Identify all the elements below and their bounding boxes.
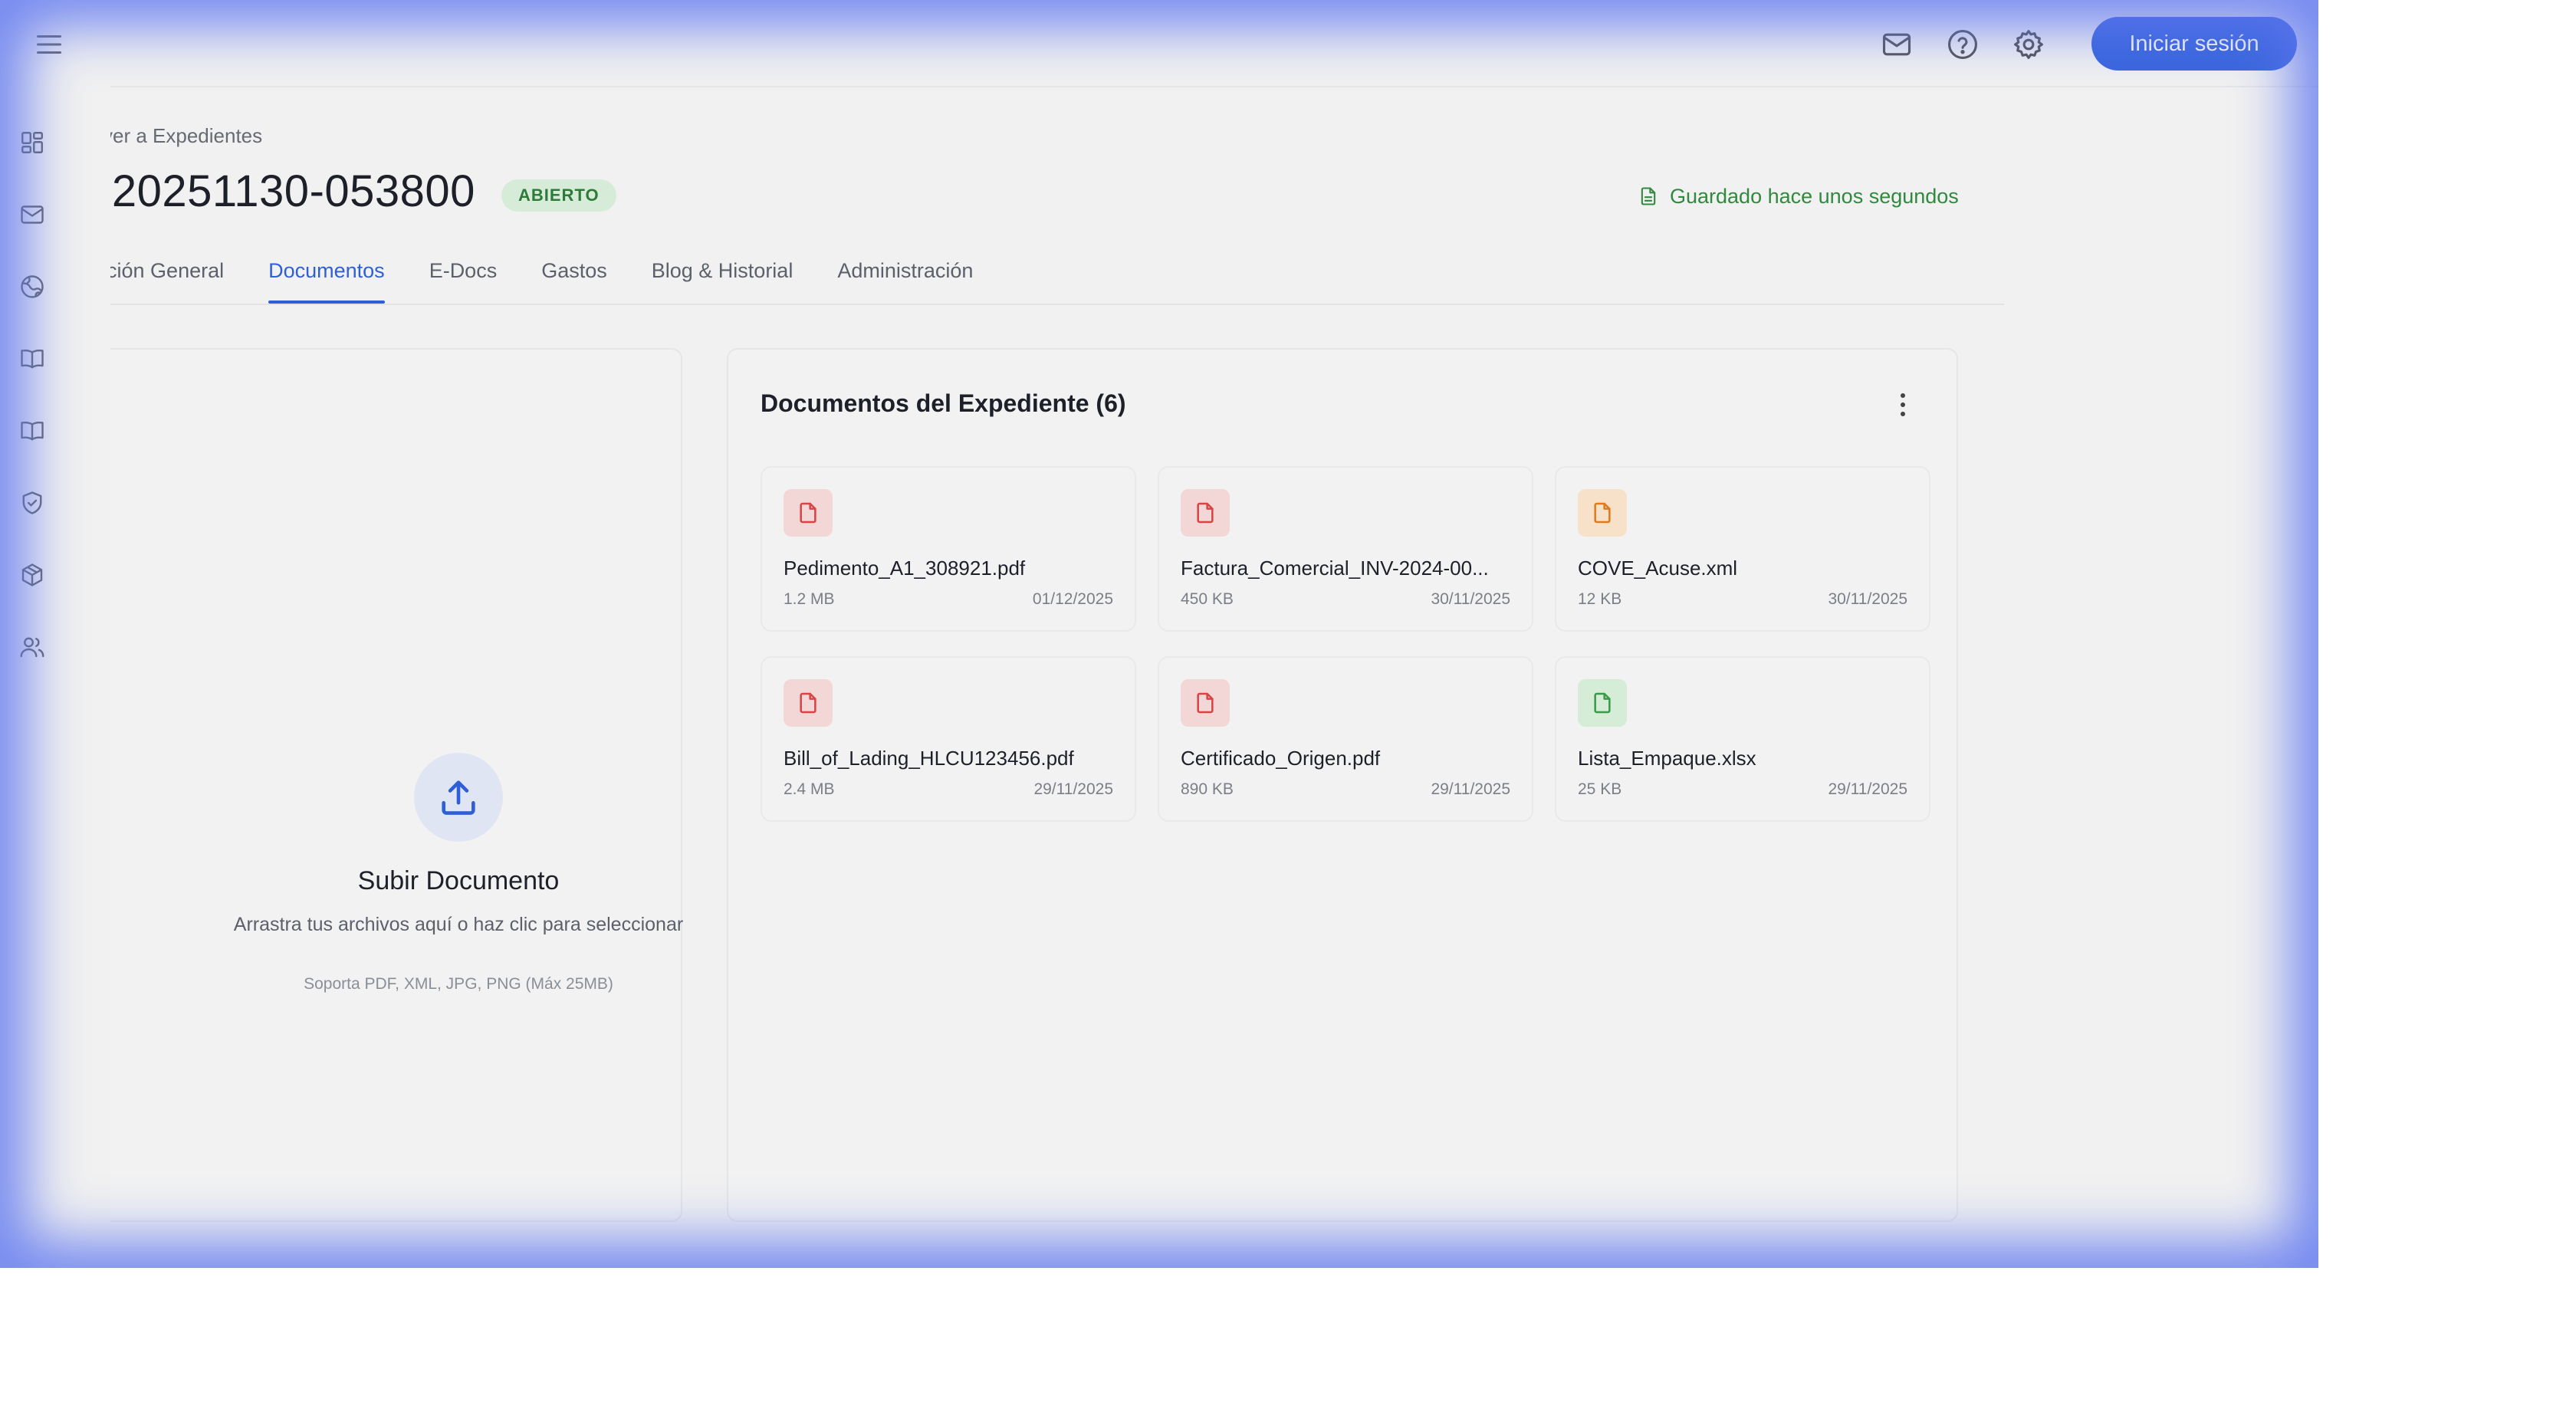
document-card[interactable]: COVE_Acuse.xml 12 KB 30/11/2025 <box>1555 466 1930 632</box>
status-badge: ABIERTO <box>501 179 616 212</box>
sidebar-item-mail[interactable] <box>15 198 49 232</box>
saved-status: Guardado hace unos segundos <box>1638 179 1959 213</box>
documents-panel: Documentos del Expediente (6) Pedimento_… <box>727 348 1958 1222</box>
document-icon-tile <box>1578 489 1627 537</box>
document-size: 2.4 MB <box>784 780 835 798</box>
tab-general[interactable]: ación General <box>110 250 224 304</box>
document-name[interactable]: Lista_Empaque.xlsx <box>1578 747 1915 770</box>
document-icon-tile <box>1181 489 1230 537</box>
mail-icon <box>1882 33 1911 56</box>
document-name[interactable]: COVE_Acuse.xml <box>1578 557 1915 580</box>
document-size: 890 KB <box>1181 780 1234 798</box>
help-button[interactable] <box>1944 26 1981 63</box>
document-size: 1.2 MB <box>784 590 835 608</box>
settings-button[interactable] <box>2010 26 2047 63</box>
document-size: 12 KB <box>1578 590 1622 608</box>
upload-title: Subir Documento <box>357 866 560 895</box>
sidebar-item-packages[interactable] <box>15 558 49 592</box>
file-icon <box>1197 692 1214 714</box>
file-icon <box>800 502 816 524</box>
document-card[interactable]: Factura_Comercial_INV-2024-00... 450 KB 30… <box>1158 466 1533 632</box>
package-icon <box>21 563 43 586</box>
document-name[interactable]: Factura_Comercial_INV-2024-00... <box>1181 557 1518 580</box>
sidebar-item-book[interactable] <box>15 342 49 376</box>
login-button[interactable]: Iniciar sesión <box>2091 17 2297 71</box>
file-icon <box>1594 692 1611 714</box>
page-title: -20251130-053800 <box>110 166 475 216</box>
top-bar: Iniciar sesión <box>0 0 2318 87</box>
document-date: 29/11/2025 <box>1033 780 1113 798</box>
shield-check-icon <box>22 491 42 514</box>
upload-hint: Soporta PDF, XML, JPG, PNG (Máx 25MB) <box>304 975 613 993</box>
document-date: 30/11/2025 <box>1828 590 1907 608</box>
globe-icon <box>21 275 44 298</box>
document-size: 25 KB <box>1578 780 1622 798</box>
tab-bar: ación General Documentos E-Docs Gastos B… <box>110 250 1017 304</box>
tab-edocs[interactable]: E-Docs <box>429 250 498 304</box>
tab-blog-historial[interactable]: Blog & Historial <box>652 250 794 304</box>
document-date: 01/12/2025 <box>1032 590 1113 608</box>
document-card[interactable]: Certificado_Origen.pdf 890 KB 29/11/2025 <box>1158 656 1533 822</box>
saved-status-text: Guardado hace unos segundos <box>1670 184 1959 208</box>
tabs-divider <box>110 304 2004 305</box>
document-size: 450 KB <box>1181 590 1234 608</box>
document-icon <box>1641 187 1656 205</box>
document-date: 29/11/2025 <box>1431 780 1510 798</box>
sidebar-item-compliance[interactable] <box>15 486 49 520</box>
documents-title: Documentos del Expediente (6) <box>761 389 1126 417</box>
book-icon <box>21 350 44 369</box>
sidebar-item-users[interactable] <box>15 630 49 664</box>
back-link[interactable]: ver a Expedientes <box>110 124 262 148</box>
tab-gastos[interactable]: Gastos <box>541 250 607 304</box>
main-content: ver a Expedientes -20251130-053800 ABIER… <box>110 87 2318 1268</box>
sidebar: N <box>0 87 110 1268</box>
sidebar-item-globe[interactable] <box>15 270 49 304</box>
book-open-icon <box>21 422 44 441</box>
app-window: Iniciar sesión N ver a Expediente <box>0 0 2318 1268</box>
file-icon <box>800 692 816 714</box>
document-date: 30/11/2025 <box>1431 590 1510 608</box>
mail-icon <box>21 205 44 224</box>
document-date: 29/11/2025 <box>1828 780 1907 798</box>
file-icon <box>1594 502 1611 524</box>
upload-subtitle: Arrastra tus archivos aquí o haz clic pa… <box>233 914 684 935</box>
help-circle-icon <box>1948 30 1977 59</box>
file-icon <box>1197 502 1214 524</box>
document-icon-tile <box>1578 679 1627 727</box>
dashboard-icon <box>21 132 43 153</box>
menu-button[interactable] <box>29 28 69 61</box>
document-name[interactable]: Bill_of_Lading_HLCU123456.pdf <box>784 747 1121 770</box>
mail-button[interactable] <box>1878 26 1915 63</box>
more-vertical-icon <box>1901 393 1905 416</box>
gear-icon <box>2014 30 2043 59</box>
tab-administracion[interactable]: Administración <box>837 250 973 304</box>
document-card[interactable]: Pedimento_A1_308921.pdf 1.2 MB 01/12/2025 <box>761 466 1136 632</box>
upload-button[interactable] <box>414 753 503 842</box>
upload-icon <box>442 780 475 815</box>
document-icon-tile <box>784 489 833 537</box>
documents-menu-button[interactable] <box>1888 388 1918 422</box>
users-icon <box>20 637 44 658</box>
document-name[interactable]: Pedimento_A1_308921.pdf <box>784 557 1121 580</box>
hamburger-icon <box>37 35 61 54</box>
upload-dropzone[interactable] <box>110 348 682 1222</box>
document-icon-tile <box>1181 679 1230 727</box>
document-name[interactable]: Certificado_Origen.pdf <box>1181 747 1518 770</box>
sidebar-item-library[interactable] <box>15 414 49 448</box>
document-card[interactable]: Bill_of_Lading_HLCU123456.pdf 2.4 MB 29/11… <box>761 656 1136 822</box>
tab-documentos[interactable]: Documentos <box>268 250 385 304</box>
document-card[interactable]: Lista_Empaque.xlsx 25 KB 29/11/2025 <box>1555 656 1930 822</box>
sidebar-item-dashboard[interactable] <box>15 126 49 159</box>
document-icon-tile <box>784 679 833 727</box>
